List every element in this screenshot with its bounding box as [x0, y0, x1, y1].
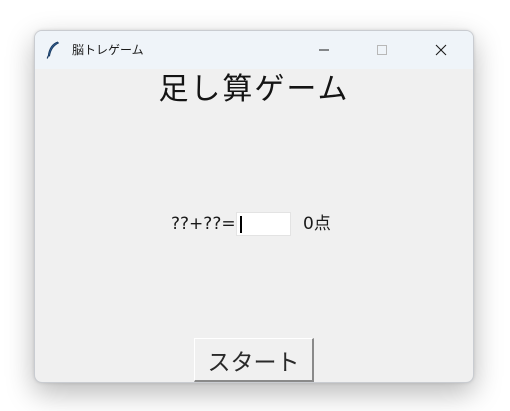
close-icon: [435, 41, 447, 60]
start-button[interactable]: スタート: [194, 338, 314, 382]
title-bar[interactable]: 脳トレゲーム: [35, 31, 473, 69]
window-title: 脳トレゲーム: [72, 43, 144, 57]
page-title: 足し算ゲーム: [158, 72, 350, 107]
maximize-icon: [376, 41, 388, 60]
minimize-icon: [318, 41, 330, 60]
maximize-button[interactable]: [359, 31, 405, 69]
score-label: 0点: [303, 214, 331, 234]
answer-input[interactable]: [236, 212, 291, 236]
problem-label: ??+??=: [171, 214, 236, 234]
text-caret: [240, 216, 242, 233]
app-window: 脳トレゲーム 足し算ゲーム ??+??= 0点 スタート: [34, 30, 474, 383]
minimize-button[interactable]: [301, 31, 347, 69]
close-button[interactable]: [418, 31, 464, 69]
feather-icon: [45, 41, 61, 59]
